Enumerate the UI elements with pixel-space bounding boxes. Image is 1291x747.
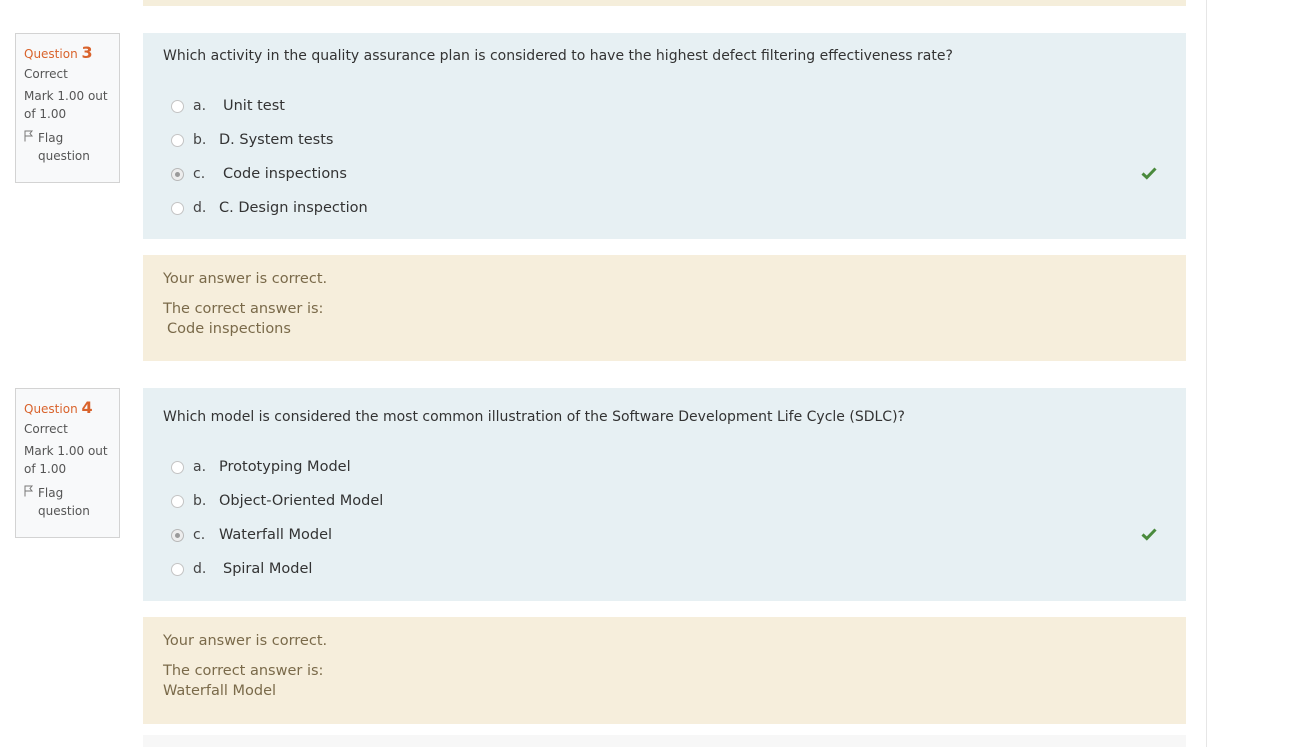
radio-button[interactable]: [171, 99, 184, 113]
flag-question-label: Flag question: [38, 131, 90, 163]
previous-feedback-remnant: [143, 0, 1186, 6]
radio-button[interactable]: [171, 494, 184, 508]
radio-button-selected[interactable]: [171, 167, 184, 181]
option-letter: b.: [193, 493, 207, 509]
flag-question-button[interactable]: Flag question: [24, 129, 119, 165]
option-text: Code inspections: [223, 166, 347, 182]
answer-option-a[interactable]: a. Unit test: [163, 89, 1166, 123]
option-letter: c.: [193, 527, 206, 543]
option-letter: a.: [193, 98, 207, 114]
question-state: Correct: [24, 422, 68, 436]
answer-option-c[interactable]: c. Waterfall Model: [163, 518, 1166, 552]
question-formulation-3: Which activity in the quality assurance …: [143, 33, 1186, 239]
checkmark-icon: [1141, 526, 1159, 544]
radio-button[interactable]: [171, 133, 184, 147]
option-text: D. System tests: [219, 132, 334, 148]
correct-answer-intro: The correct answer is:: [163, 301, 324, 317]
option-text: Spiral Model: [223, 561, 313, 577]
option-text: Waterfall Model: [219, 527, 333, 543]
correct-answer-text: Waterfall Model: [163, 683, 277, 699]
next-question-remnant: [143, 735, 1186, 747]
flag-icon: [24, 484, 38, 520]
question-text: Which activity in the quality assurance …: [163, 48, 953, 64]
answer-option-b[interactable]: b. Object-Oriented Model: [163, 484, 1166, 518]
feedback-status: Your answer is correct.: [163, 633, 328, 649]
answer-option-b[interactable]: b. D. System tests: [163, 123, 1166, 157]
correct-answer-text: Code inspections: [167, 321, 291, 337]
question-grade: Mark 1.00 out of 1.00: [24, 444, 108, 476]
correct-answer-intro: The correct answer is:: [163, 663, 324, 679]
question-formulation-4: Which model is considered the most commo…: [143, 388, 1186, 601]
question-feedback-4: Your answer is correct. The correct answ…: [143, 617, 1186, 724]
option-letter: c.: [193, 166, 206, 182]
answer-option-d[interactable]: d. C. Design inspection: [163, 191, 1166, 225]
option-letter: d.: [193, 200, 207, 216]
radio-button[interactable]: [171, 460, 184, 474]
question-number-value: 4: [81, 398, 93, 417]
page-divider: [1206, 0, 1207, 747]
answer-option-a[interactable]: a. Prototyping Model: [163, 450, 1166, 484]
option-text: C. Design inspection: [219, 200, 368, 216]
option-letter: a.: [193, 459, 207, 475]
option-text: Object-Oriented Model: [219, 493, 384, 509]
answer-options: a. Prototyping Model b. Object-Oriented …: [163, 450, 1166, 586]
question-info-3: Question 3 Correct Mark 1.00 out of 1.00…: [15, 33, 120, 183]
radio-button[interactable]: [171, 562, 184, 576]
question-state: Correct: [24, 67, 68, 81]
question-label: Question: [24, 47, 78, 61]
answer-option-d[interactable]: d. Spiral Model: [163, 552, 1166, 586]
question-feedback-3: Your answer is correct. The correct answ…: [143, 255, 1186, 361]
radio-button-selected[interactable]: [171, 528, 184, 542]
question-info-4: Question 4 Correct Mark 1.00 out of 1.00…: [15, 388, 120, 538]
option-text: Unit test: [223, 98, 285, 114]
option-letter: d.: [193, 561, 207, 577]
question-number-value: 3: [81, 43, 93, 62]
question-number: Question 4: [24, 397, 119, 420]
flag-question-label: Flag question: [38, 486, 90, 518]
feedback-status: Your answer is correct.: [163, 271, 328, 287]
answer-option-c[interactable]: c. Code inspections: [163, 157, 1166, 191]
question-text: Which model is considered the most commo…: [163, 409, 905, 425]
option-letter: b.: [193, 132, 207, 148]
question-grade: Mark 1.00 out of 1.00: [24, 89, 108, 121]
checkmark-icon: [1141, 165, 1159, 183]
question-label: Question: [24, 402, 78, 416]
option-text: Prototyping Model: [219, 459, 351, 475]
flag-icon: [24, 129, 38, 165]
radio-button[interactable]: [171, 201, 184, 215]
flag-question-button[interactable]: Flag question: [24, 484, 119, 520]
question-number: Question 3: [24, 42, 119, 65]
answer-options: a. Unit test b. D. System tests c. Code …: [163, 89, 1166, 225]
